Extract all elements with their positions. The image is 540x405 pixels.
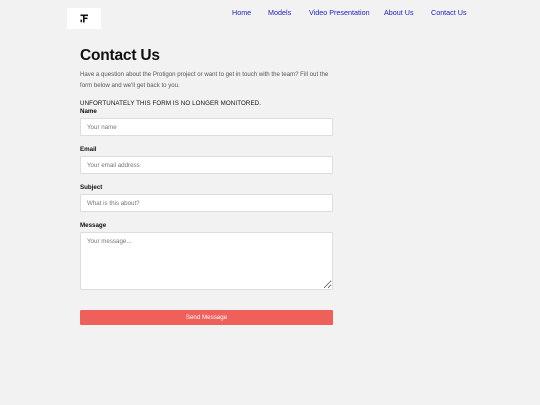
subject-input[interactable] [80,194,333,212]
message-group: Message [80,222,333,290]
form-notice: UNFORTUNATELY THIS FORM IS NO LONGER MON… [80,100,262,107]
nav-link-about-us[interactable]: About Us [384,8,414,18]
intro-text: Have a question about the Protigon proje… [80,71,329,89]
name-label: Name [80,108,97,115]
message-label: Message [80,222,107,229]
subject-group: Subject [80,184,333,212]
email-input[interactable] [80,156,333,174]
nav-link-video-presentation[interactable]: Video Presentation [309,8,370,18]
name-group: Name [80,108,333,136]
main-nav: Home Models Video Presentation About Us … [0,8,540,18]
nav-link-contact-us[interactable]: Contact Us [431,8,467,18]
email-label: Email [80,146,97,153]
contact-form: Name Email Subject Message Send Message [80,108,333,325]
send-message-button[interactable]: Send Message [80,310,333,325]
name-input[interactable] [80,118,333,136]
email-group: Email [80,146,333,174]
nav-link-models[interactable]: Models [268,8,291,18]
nav-link-home[interactable]: Home [232,8,251,18]
contact-content: Contact Us Have a question about the Pro… [80,46,333,325]
message-textarea[interactable] [80,232,333,290]
subject-label: Subject [80,184,103,191]
contact-page: Home Models Video Presentation About Us … [0,0,540,405]
page-title: Contact Us [80,47,160,64]
